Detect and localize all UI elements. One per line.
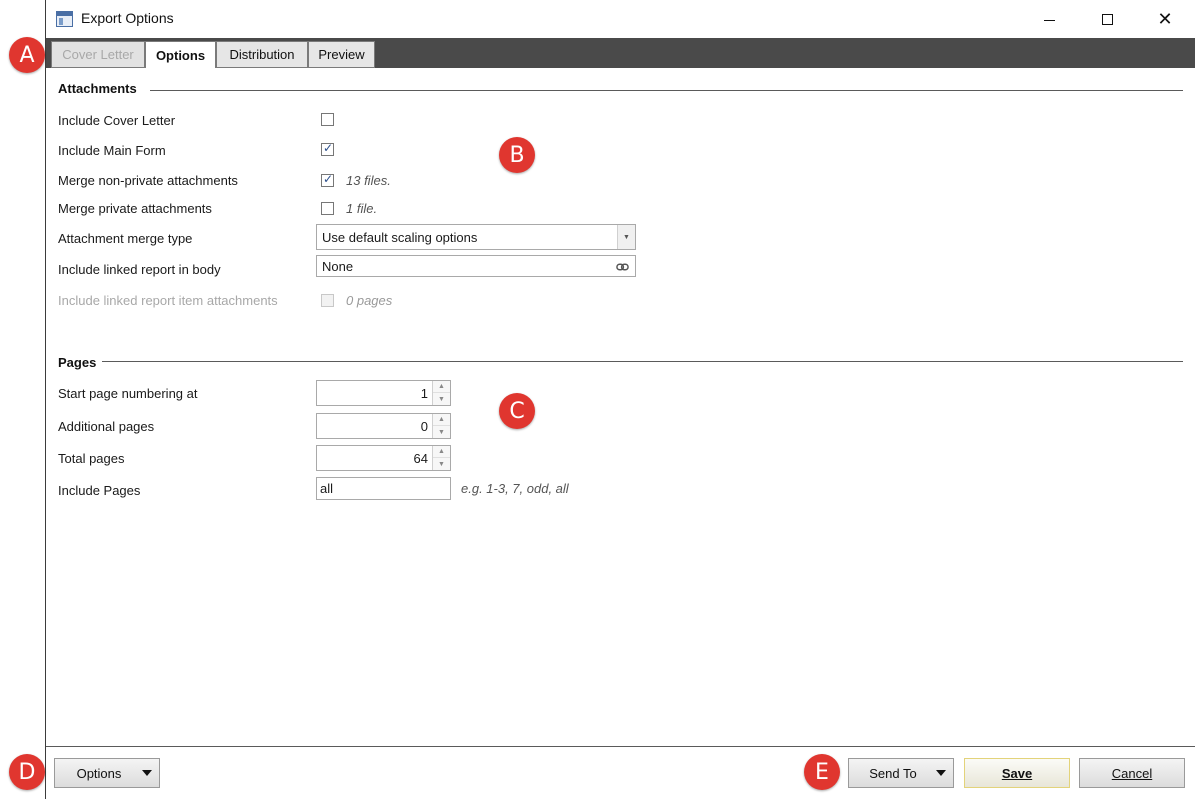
callout-badge-b: B — [499, 137, 535, 173]
cancel-button-label: Cancel — [1111, 765, 1153, 781]
linked-report-label: Include linked report in body — [58, 262, 221, 277]
total-pages-label: Total pages — [58, 451, 125, 466]
maximize-icon — [1101, 13, 1113, 25]
start-numbering-value: 1 — [420, 386, 428, 401]
window-title: Export Options — [81, 10, 174, 26]
chevron-down-icon: ▼ — [617, 225, 635, 249]
spinner-buttons: ▲ ▼ — [432, 381, 450, 405]
close-button[interactable]: ✕ — [1140, 0, 1190, 38]
merge-type-label: Attachment merge type — [58, 231, 193, 246]
start-numbering-spinner[interactable]: 1 ▲ ▼ — [316, 380, 451, 406]
title-bar: Export Options ✕ — [46, 0, 1195, 38]
options-button-label: Options — [76, 765, 122, 781]
save-button[interactable]: Save — [964, 758, 1070, 788]
callout-badge-d: D — [9, 754, 45, 790]
start-numbering-label: Start page numbering at — [58, 386, 198, 401]
export-options-window: Export Options ✕ Cover Letter Options Di… — [45, 0, 1195, 799]
include-cover-letter-label: Include Cover Letter — [58, 113, 176, 128]
cancel-button[interactable]: Cancel — [1079, 758, 1185, 788]
merge-non-private-count: 13 files. — [346, 173, 391, 188]
tab-preview[interactable]: Preview — [308, 41, 375, 68]
decrement-down-icon[interactable]: ▼ — [433, 458, 450, 470]
increment-up-icon[interactable]: ▲ — [433, 381, 450, 393]
tab-cover-letter: Cover Letter — [51, 41, 145, 68]
tab-distribution[interactable]: Distribution — [216, 41, 308, 68]
minimize-button[interactable] — [1024, 0, 1074, 38]
options-panel: Attachments Include Cover Letter Include… — [46, 68, 1195, 746]
include-pages-input[interactable]: all — [316, 477, 451, 500]
callout-badge-e: E — [804, 754, 840, 790]
decrement-down-icon[interactable]: ▼ — [433, 426, 450, 438]
tab-options[interactable]: Options — [145, 41, 216, 69]
app-window-icon — [56, 11, 73, 27]
caret-down-icon — [936, 770, 946, 776]
attachments-divider — [150, 90, 1183, 91]
include-main-form-checkbox[interactable] — [321, 141, 334, 156]
link-icon[interactable] — [616, 261, 629, 273]
additional-pages-value: 0 — [420, 419, 428, 434]
merge-non-private-checkbox[interactable] — [321, 172, 334, 187]
callout-badge-c: C — [499, 393, 535, 429]
linked-report-items-checkbox — [321, 294, 334, 307]
desktop-background — [0, 0, 45, 799]
spinner-buttons: ▲ ▼ — [432, 414, 450, 438]
pages-divider — [102, 361, 1183, 362]
close-icon: ✕ — [1157, 8, 1173, 29]
send-to-button[interactable]: Send To — [848, 758, 954, 788]
include-pages-label: Include Pages — [58, 483, 141, 498]
linked-report-value: None — [322, 258, 354, 274]
callout-badge-a: A — [9, 37, 45, 73]
merge-private-count: 1 file. — [346, 201, 378, 216]
include-pages-value: all — [320, 481, 334, 496]
merge-non-private-label: Merge non-private attachments — [58, 173, 238, 188]
include-cover-letter-checkbox[interactable] — [321, 113, 334, 126]
merge-type-dropdown[interactable]: Use default scaling options ▼ — [316, 224, 636, 250]
total-pages-spinner[interactable]: 64 ▲ ▼ — [316, 445, 451, 471]
linked-report-items-label: Include linked report item attachments — [58, 293, 278, 308]
caret-down-icon — [142, 770, 152, 776]
spinner-buttons: ▲ ▼ — [432, 446, 450, 470]
merge-type-value: Use default scaling options — [322, 229, 478, 245]
maximize-button[interactable] — [1082, 0, 1132, 38]
increment-up-icon[interactable]: ▲ — [433, 414, 450, 426]
save-button-label: Save — [1001, 765, 1033, 781]
increment-up-icon[interactable]: ▲ — [433, 446, 450, 458]
tab-bar: Cover Letter Options Distribution Previe… — [46, 38, 1195, 69]
merge-private-label: Merge private attachments — [58, 201, 212, 216]
additional-pages-label: Additional pages — [58, 419, 155, 434]
pages-section-title: Pages — [58, 355, 97, 370]
send-to-button-label: Send To — [869, 765, 917, 781]
include-main-form-label: Include Main Form — [58, 143, 166, 158]
options-menu-button[interactable]: Options — [54, 758, 160, 788]
merge-private-checkbox[interactable] — [321, 202, 334, 215]
include-pages-hint: e.g. 1-3, 7, odd, all — [461, 481, 569, 496]
linked-report-field[interactable]: None — [316, 255, 636, 277]
additional-pages-spinner[interactable]: 0 ▲ ▼ — [316, 413, 451, 439]
minimize-icon — [1043, 19, 1055, 21]
attachments-section-title: Attachments — [58, 81, 137, 96]
total-pages-value: 64 — [413, 451, 428, 466]
linked-report-items-count: 0 pages — [346, 293, 393, 308]
decrement-down-icon[interactable]: ▼ — [433, 393, 450, 405]
footer-bar: Options Send To Save Cancel — [46, 746, 1195, 799]
